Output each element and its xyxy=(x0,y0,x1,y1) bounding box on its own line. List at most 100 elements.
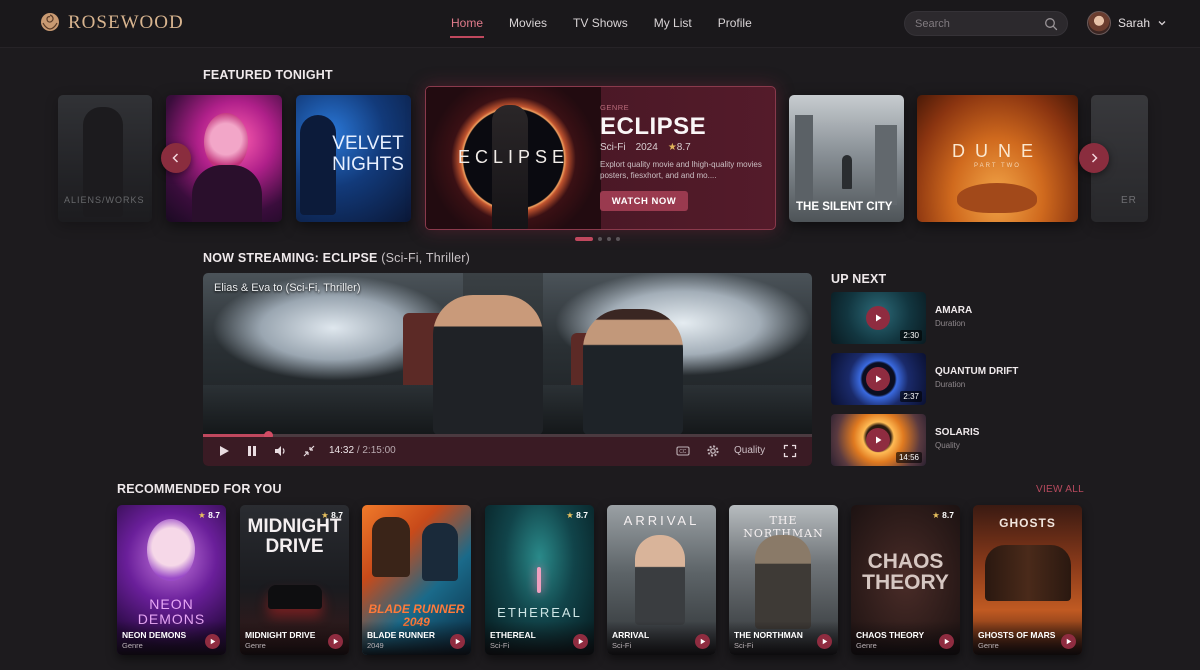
play-icon[interactable] xyxy=(217,444,231,458)
pagination-dot[interactable] xyxy=(607,237,611,241)
avatar[interactable] xyxy=(1087,11,1111,35)
fullscreen-icon[interactable] xyxy=(783,444,797,458)
card-title: NEON DEMONS xyxy=(122,630,187,640)
play-icon xyxy=(822,638,828,645)
play-button[interactable] xyxy=(866,306,890,330)
star-icon: ★ xyxy=(932,510,940,520)
search-icon[interactable] xyxy=(1044,17,1058,31)
play-button[interactable] xyxy=(328,634,343,649)
recommended-card[interactable]: ARRIVAL ARRIVAL Sci-Fi xyxy=(607,505,716,655)
card-title: ARRIVAL xyxy=(612,630,650,640)
nav-my-list[interactable]: My List xyxy=(654,16,692,30)
star-icon: ★ xyxy=(667,142,677,153)
play-button[interactable] xyxy=(866,367,890,391)
nav-movies[interactable]: Movies xyxy=(509,16,547,30)
up-next-item-title: QUANTUM DRIFT xyxy=(935,366,1019,377)
recommended-card[interactable]: BLADE RUNNER 2049 BLADE RUNNER 2049 xyxy=(362,505,471,655)
duration-badge: 2:30 xyxy=(900,330,922,341)
play-button[interactable] xyxy=(939,634,954,649)
play-button[interactable] xyxy=(573,634,588,649)
main-nav: Home Movies TV Shows My List Profile xyxy=(449,16,778,38)
minimize-icon[interactable] xyxy=(302,444,316,458)
closed-captions-icon[interactable]: CC xyxy=(676,444,690,458)
nav-home[interactable]: Home xyxy=(449,16,485,38)
player-controls: 14:32 / 2:15:00 CC Quality xyxy=(203,437,812,466)
star-icon: ★ xyxy=(198,510,206,520)
up-next-item[interactable]: 14:56 SOLARIS Quality xyxy=(831,414,1031,466)
pagination-dot[interactable] xyxy=(616,237,620,241)
scene-person xyxy=(583,309,683,435)
play-icon xyxy=(944,638,950,645)
brand-name: ROSEWOOD xyxy=(68,12,184,33)
svg-text:CC: CC xyxy=(679,449,687,455)
video-frame[interactable]: Elias & Eva to (Sci-Fi, Thriller) xyxy=(203,273,812,435)
poster-figure xyxy=(192,165,262,222)
rose-logo-icon xyxy=(41,13,59,31)
video-player[interactable]: Elias & Eva to (Sci-Fi, Thriller) 14:32 … xyxy=(203,273,812,466)
card-subtitle: Genre xyxy=(856,641,877,650)
play-icon xyxy=(876,436,882,444)
recommended-card[interactable]: ETHEREAL ★ 8.7 ETHEREAL Sci-Fi xyxy=(485,505,594,655)
user-menu[interactable]: Sarah xyxy=(1087,11,1167,35)
quality-button[interactable]: Quality xyxy=(734,445,765,456)
chevron-left-icon xyxy=(172,153,179,163)
recommended-card[interactable]: THE NORTHMAN THE NORTHMAN Sci-Fi xyxy=(729,505,838,655)
play-icon xyxy=(210,638,216,645)
poster-figure xyxy=(422,523,458,581)
up-next-item-sub: Duration xyxy=(935,380,966,389)
featured-poster-faded-left[interactable]: ALIENS/WORKS xyxy=(58,95,152,222)
nav-profile[interactable]: Profile xyxy=(718,16,752,30)
play-button[interactable] xyxy=(866,428,890,452)
play-button[interactable] xyxy=(695,634,710,649)
search-box[interactable] xyxy=(904,11,1068,36)
poster-title: ER xyxy=(1121,195,1137,206)
poster-figure xyxy=(635,535,685,625)
volume-icon[interactable] xyxy=(273,444,287,458)
time-total: / 2:15:00 xyxy=(356,445,396,456)
search-input[interactable] xyxy=(915,15,1035,33)
featured-card[interactable]: ECLIPSE GENRE ECLIPSE Sci-Fi 2024 ★8.7 E… xyxy=(425,86,776,230)
featured-poster-dune[interactable]: DUNE PART TWO xyxy=(917,95,1078,222)
play-button[interactable] xyxy=(1061,634,1076,649)
recommended-card[interactable]: NEON DEMONS ★ 8.7 NEON DEMONS Genre xyxy=(117,505,226,655)
carousel-prev-button[interactable] xyxy=(161,143,191,173)
featured-poster-silent-city[interactable]: THE SILENT CITY xyxy=(789,95,904,222)
chevron-down-icon[interactable] xyxy=(1157,18,1167,28)
up-next-thumbnail: 2:37 xyxy=(831,353,926,405)
user-name[interactable]: Sarah xyxy=(1118,16,1150,30)
pagination-dot[interactable] xyxy=(575,237,593,241)
carousel-next-button[interactable] xyxy=(1079,143,1109,173)
recommended-card[interactable]: CHAOS THEORY ★ 8.7 CHAOS THEORY Genre xyxy=(851,505,960,655)
poster-art-title: ARRIVAL xyxy=(623,513,700,528)
play-button[interactable] xyxy=(450,634,465,649)
play-button[interactable] xyxy=(205,634,220,649)
card-subtitle: 2049 xyxy=(367,641,384,650)
settings-gear-icon[interactable] xyxy=(706,444,720,458)
pagination-dot[interactable] xyxy=(598,237,602,241)
poster-art-title: MIDNIGHT DRIVE xyxy=(247,516,342,557)
recommended-card[interactable]: GHOSTS GHOSTS OF MARS Genre xyxy=(973,505,1082,655)
watch-now-button[interactable]: WATCH NOW xyxy=(600,191,688,211)
play-icon xyxy=(700,638,706,645)
up-next-item[interactable]: 2:30 AMARA Duration xyxy=(831,292,1031,344)
brand-logo[interactable]: ROSEWOOD xyxy=(38,11,184,35)
card-title: GHOSTS OF MARS xyxy=(978,630,1056,640)
now-streaming-title: NOW STREAMING: ECLIPSE (Sci-Fi, Thriller… xyxy=(203,251,470,265)
featured-rating: ★8.7 xyxy=(668,142,691,153)
rating-badge: ★ 8.7 xyxy=(321,510,343,521)
nav-tv-shows[interactable]: TV Shows xyxy=(573,16,628,30)
featured-section-title: FEATURED TONIGHT xyxy=(203,68,333,82)
up-next-item[interactable]: 2:37 QUANTUM DRIFT Duration xyxy=(831,353,1031,405)
rating-value: 8.7 xyxy=(331,510,343,520)
rating-badge: ★ 8.7 xyxy=(566,510,588,521)
view-all-link[interactable]: VIEW ALL xyxy=(1036,484,1084,495)
card-title: BLADE RUNNER xyxy=(367,630,435,640)
play-button[interactable] xyxy=(817,634,832,649)
card-title: MIDNIGHT DRIVE xyxy=(245,630,316,640)
pause-icon[interactable] xyxy=(245,444,259,458)
featured-poster-velvet-nights[interactable]: VELVET NIGHTS xyxy=(296,95,411,222)
up-next-item-title: AMARA xyxy=(935,305,973,316)
time-current: 14:32 xyxy=(329,445,355,456)
top-navigation-bar: ROSEWOOD Home Movies TV Shows My List Pr… xyxy=(0,0,1200,48)
recommended-card[interactable]: MIDNIGHT DRIVE ★ 8.7 MIDNIGHT DRIVE Genr… xyxy=(240,505,349,655)
